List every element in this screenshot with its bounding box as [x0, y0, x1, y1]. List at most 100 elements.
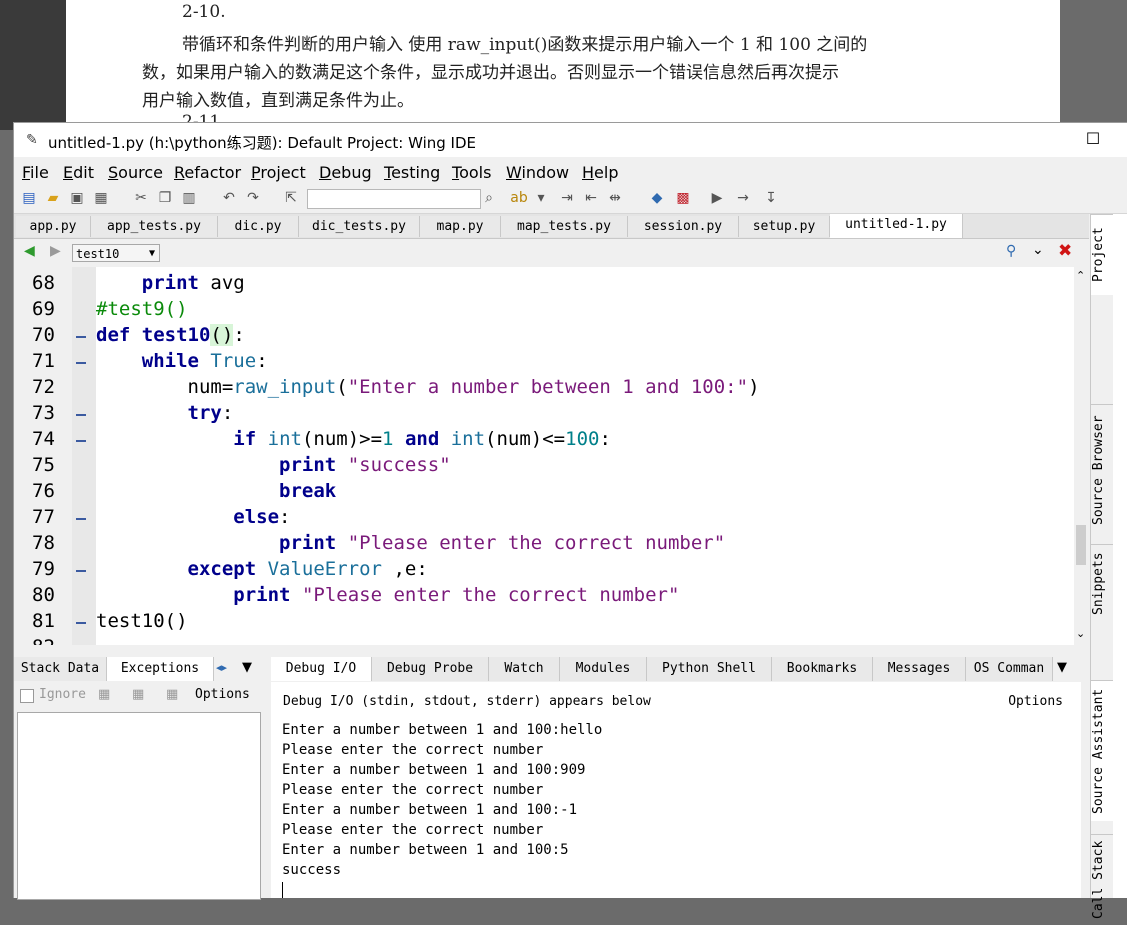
copy-icon[interactable]: ❐	[156, 189, 174, 207]
fold-toggle[interactable]	[76, 362, 86, 364]
ignore-checkbox[interactable]	[20, 689, 34, 703]
back-arrow-icon[interactable]: ◀	[24, 243, 35, 259]
line-number: 79	[32, 558, 55, 580]
chevron-down-icon[interactable]: ▼	[242, 660, 252, 675]
scrollbar-thumb[interactable]	[1076, 525, 1086, 565]
spellcheck-icon[interactable]: ab	[510, 189, 528, 207]
menu-debug[interactable]: Debug	[319, 163, 372, 182]
clear-icon[interactable]: ▦	[98, 687, 110, 702]
feather-icon: ✎	[26, 132, 38, 148]
maximize-button[interactable]: ☐	[1078, 129, 1108, 148]
menu-refactor[interactable]: Refactor	[174, 163, 241, 182]
menu-source[interactable]: Source	[108, 163, 163, 182]
tab-watch[interactable]: Watch	[489, 657, 560, 681]
tab-debug-io[interactable]: Debug I/O	[271, 657, 372, 681]
tab-snippets[interactable]: Snippets	[1091, 544, 1113, 623]
title-bar[interactable]: ✎ untitled-1.py (h:\python练习题): Default …	[14, 123, 1127, 157]
tab-untitled-1-py[interactable]: untitled-1.py	[830, 214, 963, 238]
copy-icon[interactable]: ▦	[166, 687, 178, 702]
menu-tools[interactable]: Tools	[452, 163, 491, 182]
function-select-value: test10	[76, 247, 120, 261]
fold-toggle[interactable]	[76, 336, 86, 338]
line-number: 73	[32, 402, 55, 424]
chevron-down-icon[interactable]: ▾	[532, 189, 550, 207]
filter-icon[interactable]: ▦	[132, 687, 144, 702]
function-select[interactable]: test10 ▼	[72, 244, 160, 262]
tab-debug-probe[interactable]: Debug Probe	[372, 657, 489, 681]
menu-file[interactable]: File	[22, 163, 49, 182]
tab-exceptions[interactable]: Exceptions	[107, 657, 214, 681]
menu-edit[interactable]: Edit	[63, 163, 94, 182]
tab-setup-py[interactable]: setup.py	[739, 216, 830, 237]
line-number: 82	[32, 636, 70, 645]
menu-help[interactable]: Help	[582, 163, 618, 182]
chevron-up-icon[interactable]: ⌃	[1076, 269, 1085, 282]
doc-line: 带循环和条件判断的用户输入 使用 raw_input()函数来提示用户输入一个 …	[182, 35, 868, 55]
tab-dic-tests-py[interactable]: dic_tests.py	[299, 216, 420, 237]
tab-bookmarks[interactable]: Bookmarks	[772, 657, 873, 681]
fold-toggle[interactable]	[76, 518, 86, 520]
redo-icon[interactable]: ↷	[244, 189, 262, 207]
save-all-icon[interactable]: ▦	[92, 189, 110, 207]
close-icon[interactable]: ✖	[1058, 241, 1072, 261]
tab-messages[interactable]: Messages	[873, 657, 966, 681]
tab-map-tests-py[interactable]: map_tests.py	[501, 216, 628, 237]
tab-source-browser[interactable]: Source Browser	[1091, 404, 1113, 535]
tab-scroll-icon[interactable]: ◂▸	[216, 661, 227, 674]
indent-toggle-icon[interactable]: ⇹	[606, 189, 624, 207]
forward-arrow-icon[interactable]: ▶	[50, 243, 61, 259]
chevron-down-icon[interactable]: ⌄	[1032, 242, 1044, 258]
tab-dic-py[interactable]: dic.py	[218, 216, 299, 237]
run-icon[interactable]: ▶	[708, 189, 726, 207]
chevron-down-icon[interactable]: ⌄	[1076, 627, 1085, 640]
tab-call-stack[interactable]: Call Stack	[1091, 834, 1113, 925]
menu-project[interactable]: Project	[251, 163, 306, 182]
cut-icon[interactable]: ✂	[132, 189, 150, 207]
tab-session-py[interactable]: session.py	[628, 216, 739, 237]
chevron-down-icon[interactable]: ▼	[1057, 660, 1067, 675]
fold-toggle[interactable]	[76, 622, 86, 624]
background-desktop	[0, 0, 66, 130]
tab-project[interactable]: Project	[1091, 214, 1113, 295]
output-line: Please enter the correct number	[282, 782, 544, 798]
indent-icon[interactable]: ⇥	[558, 189, 576, 207]
paste-icon[interactable]: ▥	[180, 189, 198, 207]
tab-modules[interactable]: Modules	[560, 657, 647, 681]
goto-icon[interactable]: ⇱	[282, 189, 300, 207]
save-icon[interactable]: ▣	[68, 189, 86, 207]
line-number: 78	[32, 532, 55, 554]
tab-app-py[interactable]: app.py	[16, 216, 91, 237]
undo-icon[interactable]: ↶	[220, 189, 238, 207]
menu-window[interactable]: Window	[506, 163, 569, 182]
options-button[interactable]: Options	[1008, 694, 1063, 709]
tab-python-shell[interactable]: Python Shell	[647, 657, 772, 681]
code-editor[interactable]: print avg #test9() def test10(): while T…	[14, 267, 1074, 645]
tab-stack-data[interactable]: Stack Data	[14, 657, 107, 681]
code-line: except ValueError ,e:	[187, 558, 428, 580]
tab-os-commands[interactable]: OS Comman	[966, 657, 1053, 681]
debug-stop-icon[interactable]: ▩	[674, 189, 692, 207]
outdent-icon[interactable]: ⇤	[582, 189, 600, 207]
search-input[interactable]	[307, 189, 481, 209]
fold-toggle[interactable]	[76, 570, 86, 572]
tab-source-assistant[interactable]: Source Assistant	[1091, 680, 1113, 821]
code-line: break	[279, 480, 337, 502]
editor-scrollbar[interactable]: ⌃ ⌄	[1074, 267, 1089, 645]
search-icon[interactable]: ⌕	[480, 189, 498, 207]
new-file-icon[interactable]: ▤	[20, 189, 38, 207]
open-folder-icon[interactable]: ▰	[44, 189, 62, 207]
step-into-icon[interactable]: ↧	[762, 189, 780, 207]
step-icon[interactable]: →	[734, 189, 752, 207]
fold-toggle[interactable]	[76, 440, 86, 442]
menu-testing[interactable]: Testing	[384, 163, 440, 182]
options-button[interactable]: Options	[195, 687, 250, 702]
line-number: 68	[32, 272, 55, 294]
code-line: #test9()	[96, 298, 188, 320]
tab-map-py[interactable]: map.py	[420, 216, 501, 237]
exceptions-area[interactable]	[17, 712, 261, 900]
python-icon[interactable]: ◆	[648, 189, 666, 207]
fold-toggle[interactable]	[76, 414, 86, 416]
tab-app-tests-py[interactable]: app_tests.py	[91, 216, 218, 237]
debug-io-output[interactable]: Debug I/O (stdin, stdout, stderr) appear…	[271, 682, 1081, 898]
pin-icon[interactable]: ⚲	[1006, 243, 1016, 259]
